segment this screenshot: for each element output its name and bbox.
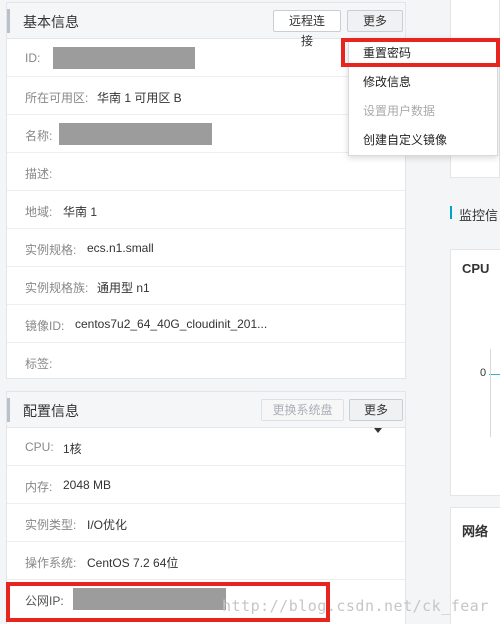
menu-item-set-user-data[interactable]: 设置用户数据 [349,97,497,126]
row-tags: 标签: [7,343,405,381]
row-name: 名称: [7,115,405,153]
row-cpu: CPU: 1核 [7,428,405,466]
row-instance-family: 实例规格族: 通用型 n1 [7,267,405,305]
network-chart-title: 网络 [462,524,489,539]
row-zone: 所在可用区: 华南 1 可用区 B [7,77,405,115]
label-instance-type: 实例类型: [25,518,77,532]
value-instance-spec: ecs.n1.small [87,241,154,255]
label-cpu: CPU: [25,440,54,454]
label-tags: 标签: [25,357,53,371]
cpu-axis-zero-label: 0 [480,367,487,379]
redacted-id [53,47,195,69]
row-instance-type: 实例类型: I/O优化 [7,504,405,542]
monitor-accent-bar [450,206,452,219]
basic-more-label: 更多 [362,14,387,28]
value-os: CentOS 7.2 64位 [87,556,179,570]
value-region: 华南 1 [63,205,98,219]
basic-more-button[interactable]: 更多 [347,10,403,45]
config-info-header: 配置信息 更换系统盘 更多 [7,392,405,434]
row-os: 操作系统: CentOS 7.2 64位 [7,542,405,580]
cpu-chart-title: CPU [462,261,490,276]
basic-info-header: 基本信息 远程连接 更多 [7,3,405,48]
label-name: 名称: [25,129,53,143]
value-instance-family: 通用型 n1 [97,281,150,295]
change-system-disk-button[interactable]: 更换系统盘 [261,399,344,421]
label-os: 操作系统: [25,556,77,570]
redacted-name [59,123,212,145]
value-instance-type: I/O优化 [87,518,128,532]
label-memory: 内存: [25,480,53,494]
menu-item-modify-info[interactable]: 修改信息 [349,68,497,97]
value-image-id: centos7u2_64_40G_cloudinit_201... [75,317,268,331]
row-memory: 内存: 2048 MB [7,466,405,504]
remote-connect-button[interactable]: 远程连接 [273,10,341,48]
row-region: 地域: 华南 1 [7,191,405,229]
config-info-title: 配置信息 [23,403,79,419]
label-zone: 所在可用区: [25,91,89,105]
label-instance-family: 实例规格族: [25,281,89,295]
cpu-chart-card: CPU 0 [450,249,500,496]
row-image-id: 镜像ID: centos7u2_64_40G_cloudinit_201... [7,305,405,343]
value-cpu: 1核 [63,442,82,456]
row-instance-spec: 实例规格: ecs.n1.small [7,229,405,267]
label-id: ID: [25,51,41,65]
config-more-label: 更多 [363,403,388,417]
menu-item-create-custom-image[interactable]: 创建自定义镜像 [349,126,497,155]
highlight-reset-password [341,38,500,67]
watermark: http://blog.csdn.net/ck_fear [222,597,489,615]
row-description: 描述: [7,153,405,191]
value-zone: 华南 1 可用区 B [97,91,182,105]
label-instance-spec: 实例规格: [25,243,77,257]
change-system-disk-label: 更换系统盘 [272,403,333,417]
label-description: 描述: [25,167,53,181]
label-image-id: 镜像ID: [25,319,65,333]
config-more-button[interactable]: 更多 [349,399,403,434]
value-memory: 2048 MB [63,478,112,492]
basic-info-title: 基本信息 [23,14,79,30]
cpu-axis-line [490,349,491,437]
monitor-title: 监控信 [459,208,499,223]
label-region: 地域: [25,205,53,219]
